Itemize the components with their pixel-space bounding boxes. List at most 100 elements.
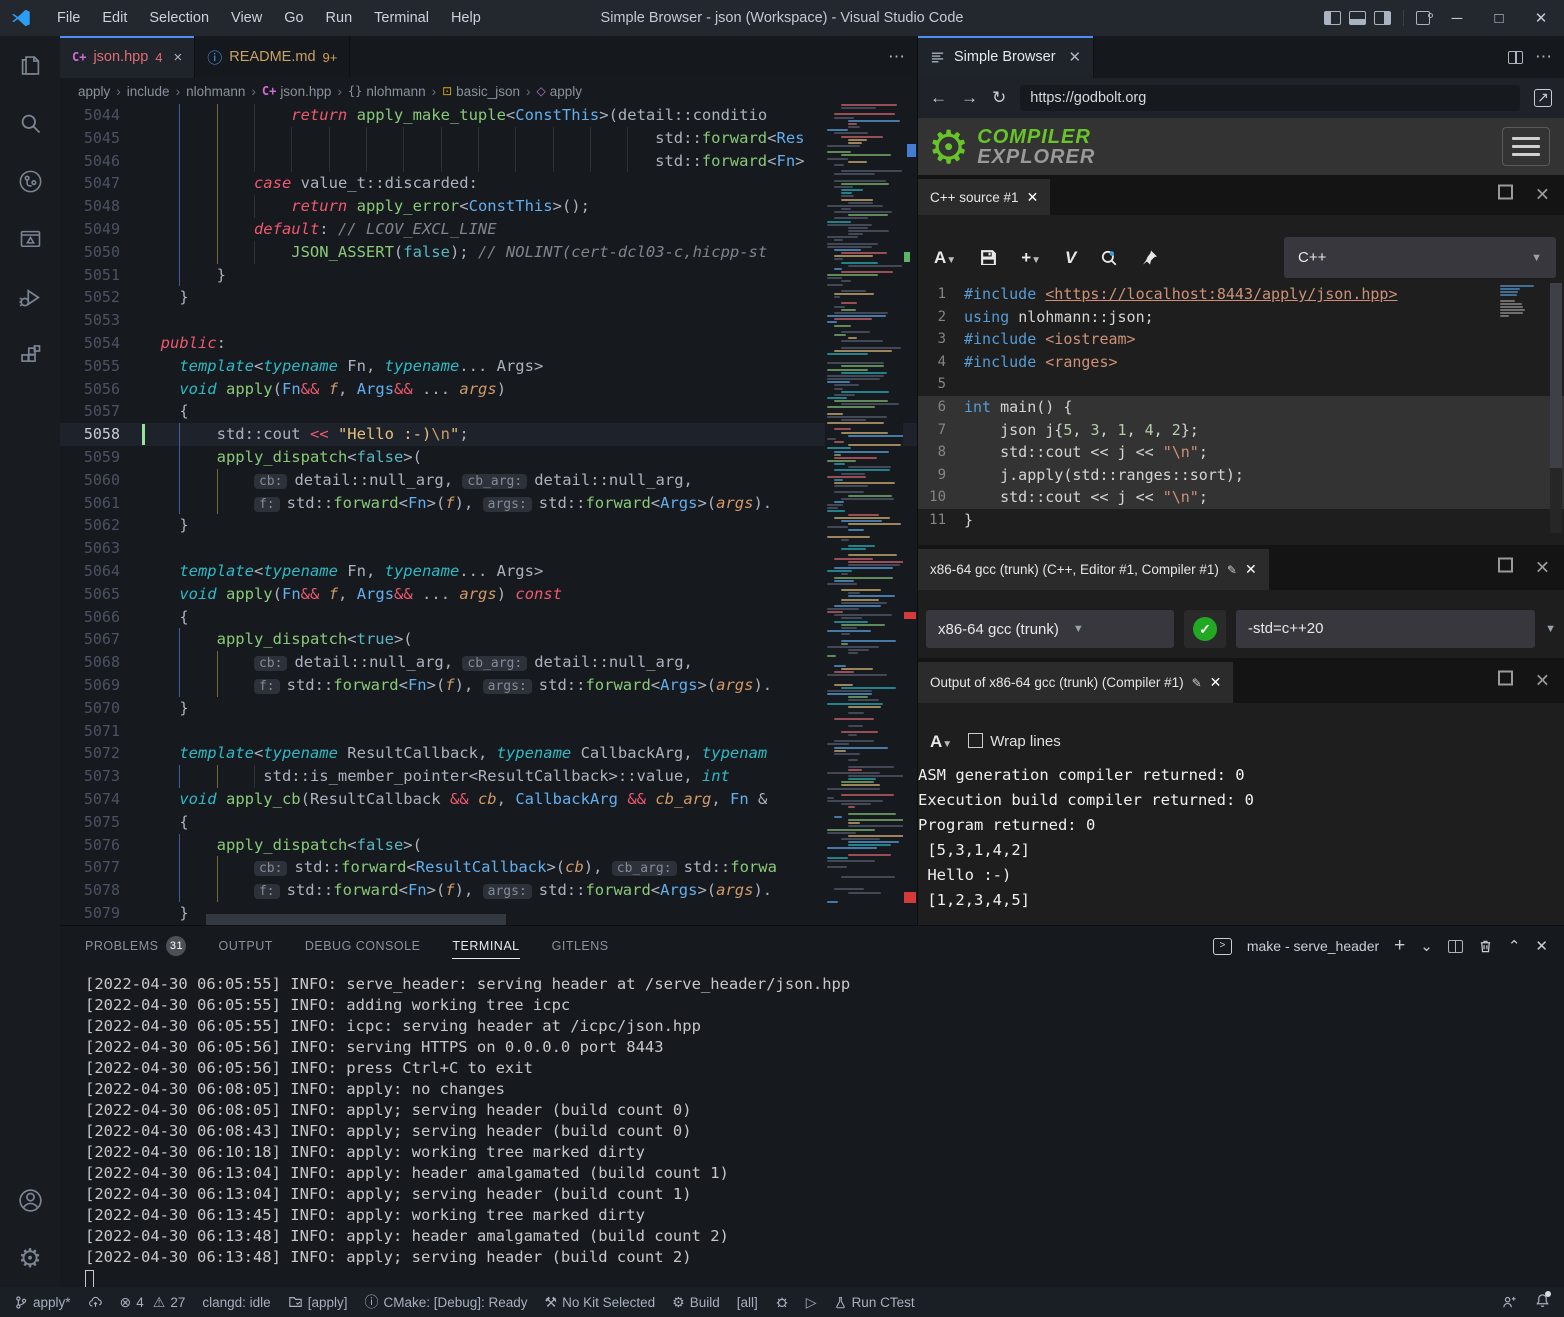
- compiler-select[interactable]: x86-64 gcc (trunk)▼: [926, 610, 1174, 648]
- cmake-status-item[interactable]: ⓘCMake: [Debug]: Ready: [364, 1292, 527, 1312]
- ce-compiler-tab[interactable]: x86-64 gcc (trunk) (C++, Editor #1, Comp…: [918, 549, 1269, 590]
- kill-terminal-icon[interactable]: [1478, 938, 1493, 954]
- code-editor[interactable]: 5044return apply_make_tuple<ConstThis>(d…: [60, 104, 917, 925]
- editor-more-actions-icon[interactable]: ⋯: [888, 47, 905, 67]
- save-icon[interactable]: [980, 249, 997, 266]
- split-editor-icon[interactable]: [1508, 51, 1523, 64]
- back-icon[interactable]: ←: [930, 88, 947, 108]
- terminal-output[interactable]: [2022-04-30 06:05:55] INFO: serve_header…: [85, 974, 1554, 1287]
- close-pane-icon[interactable]: ✕: [1535, 185, 1550, 206]
- terminal-title[interactable]: make - serve_header: [1247, 938, 1379, 954]
- settings-gear-icon[interactable]: ⚙: [0, 1229, 60, 1287]
- close-icon[interactable]: ✕: [1210, 674, 1222, 691]
- menu-go[interactable]: Go: [273, 0, 314, 36]
- pin-icon[interactable]: [1142, 249, 1158, 266]
- toggle-secondary-sidebar-icon[interactable]: [1374, 11, 1391, 25]
- breadcrumb-item-apply[interactable]: ◇apply: [536, 84, 582, 99]
- minimize-button[interactable]: ─: [1440, 10, 1474, 27]
- panel-tab-debug-console[interactable]: DEBUG CONSOLE: [305, 926, 421, 966]
- breadcrumb-item-nlohmann[interactable]: {}nlohmann: [348, 84, 426, 99]
- maximize-pane-icon[interactable]: [1498, 670, 1513, 685]
- split-terminal-icon[interactable]: [1448, 940, 1463, 953]
- breadcrumb-item-include[interactable]: include: [127, 84, 170, 99]
- tab-readme-md[interactable]: ⓘ README.md 9+: [195, 36, 350, 78]
- clangd-status-item[interactable]: clangd: idle: [202, 1295, 270, 1310]
- rename-icon[interactable]: ✎: [1192, 676, 1202, 690]
- close-pane-icon[interactable]: ✕: [1535, 670, 1550, 691]
- browser-more-actions-icon[interactable]: ⋯: [1535, 47, 1552, 67]
- new-terminal-icon[interactable]: +: [1394, 935, 1405, 957]
- menu-run[interactable]: Run: [315, 0, 364, 36]
- breadcrumb-item-basic_json[interactable]: ⊡basic_json: [442, 84, 520, 99]
- toggle-sidebar-icon[interactable]: [1324, 11, 1341, 25]
- maximize-pane-icon[interactable]: [1498, 185, 1513, 200]
- wrap-lines-checkbox[interactable]: Wrap lines: [968, 733, 1061, 750]
- vim-toggle-button[interactable]: V: [1065, 248, 1076, 268]
- extensions-icon[interactable]: [0, 326, 60, 384]
- panel-tab-problems[interactable]: PROBLEMS31: [85, 926, 186, 966]
- sync-item[interactable]: [88, 1295, 103, 1309]
- git-branch-item[interactable]: apply*: [14, 1295, 71, 1310]
- reload-icon[interactable]: ↻: [992, 88, 1006, 108]
- close-panel-icon[interactable]: ✕: [1535, 937, 1548, 955]
- ce-source-tab[interactable]: C++ source #1✕: [918, 179, 1050, 215]
- remote-explorer-icon[interactable]: [0, 210, 60, 268]
- add-pane-button[interactable]: +▼: [1021, 248, 1041, 268]
- options-dropdown-icon[interactable]: ▼: [1545, 623, 1556, 635]
- menu-help[interactable]: Help: [440, 0, 492, 36]
- build-item[interactable]: ⚙Build: [672, 1294, 720, 1311]
- breadcrumb-item-json.hpp[interactable]: C+json.hpp: [262, 84, 332, 99]
- cmake-project-item[interactable]: [apply]: [288, 1295, 348, 1310]
- problems-item[interactable]: ⊗4 ⚠27: [120, 1294, 186, 1311]
- account-icon[interactable]: [0, 1171, 60, 1229]
- ctest-item[interactable]: Run CTest: [834, 1295, 915, 1310]
- compiler-options-input[interactable]: -std=c++20: [1236, 610, 1535, 648]
- terminal-dropdown-icon[interactable]: ⌄: [1420, 937, 1433, 955]
- rename-icon[interactable]: ✎: [1227, 563, 1237, 577]
- close-icon[interactable]: ✕: [1027, 189, 1039, 206]
- customize-layout-icon[interactable]: [1416, 11, 1430, 25]
- menu-view[interactable]: View: [220, 0, 273, 36]
- ce-source-editor[interactable]: 1#include <https://localhost:8443/apply/…: [918, 283, 1564, 533]
- panel-tab-output[interactable]: OUTPUT: [218, 926, 272, 966]
- open-external-icon[interactable]: ↗: [1534, 89, 1552, 107]
- notifications-bell-icon[interactable]: [1535, 1293, 1550, 1311]
- build-target-item[interactable]: [all]: [737, 1295, 758, 1310]
- font-size-button[interactable]: A▼: [934, 248, 956, 268]
- ce-scrollbar[interactable]: [1550, 283, 1562, 533]
- load-save-icon[interactable]: [1100, 249, 1118, 267]
- menu-file[interactable]: File: [46, 0, 91, 36]
- maximize-pane-icon[interactable]: [1498, 557, 1513, 572]
- horizontal-scrollbar[interactable]: [142, 914, 825, 925]
- maximize-panel-icon[interactable]: ⌃: [1508, 937, 1521, 955]
- tab-json-hpp[interactable]: C+ json.hpp 4 ×: [60, 36, 195, 78]
- breadcrumb-item-nlohmann[interactable]: nlohmann: [186, 84, 245, 99]
- ce-output-tab[interactable]: Output of x86-64 gcc (trunk) (Compiler #…: [918, 662, 1233, 703]
- toggle-panel-icon[interactable]: [1349, 11, 1366, 25]
- close-button[interactable]: ✕: [1524, 9, 1558, 27]
- language-select[interactable]: C++▼: [1284, 237, 1556, 278]
- close-icon[interactable]: ✕: [1245, 561, 1257, 578]
- launch-item[interactable]: ▷: [806, 1294, 817, 1311]
- forward-icon[interactable]: →: [961, 88, 978, 108]
- menu-edit[interactable]: Edit: [91, 0, 138, 36]
- font-size-button[interactable]: A▼: [930, 732, 952, 752]
- ce-menu-burger-icon[interactable]: [1502, 127, 1550, 166]
- menu-terminal[interactable]: Terminal: [363, 0, 440, 36]
- menu-selection[interactable]: Selection: [138, 0, 220, 36]
- explorer-icon[interactable]: [0, 36, 60, 94]
- panel-tab-gitlens[interactable]: GITLENS: [552, 926, 609, 966]
- debug-item[interactable]: [775, 1295, 789, 1309]
- close-tab-icon[interactable]: ✕: [1069, 48, 1082, 66]
- close-pane-icon[interactable]: ✕: [1535, 557, 1550, 578]
- breadcrumb-item-apply[interactable]: apply: [78, 84, 110, 99]
- maximize-button[interactable]: □: [1482, 10, 1516, 27]
- run-debug-icon[interactable]: [0, 268, 60, 326]
- kit-item[interactable]: ⚒No Kit Selected: [545, 1294, 656, 1311]
- panel-tab-terminal[interactable]: TERMINAL: [452, 926, 519, 966]
- feedback-icon[interactable]: [1501, 1295, 1517, 1310]
- close-tab-icon[interactable]: ×: [174, 49, 183, 66]
- search-icon[interactable]: [0, 94, 60, 152]
- source-control-icon[interactable]: [0, 152, 60, 210]
- url-input[interactable]: https://godbolt.org: [1020, 85, 1520, 111]
